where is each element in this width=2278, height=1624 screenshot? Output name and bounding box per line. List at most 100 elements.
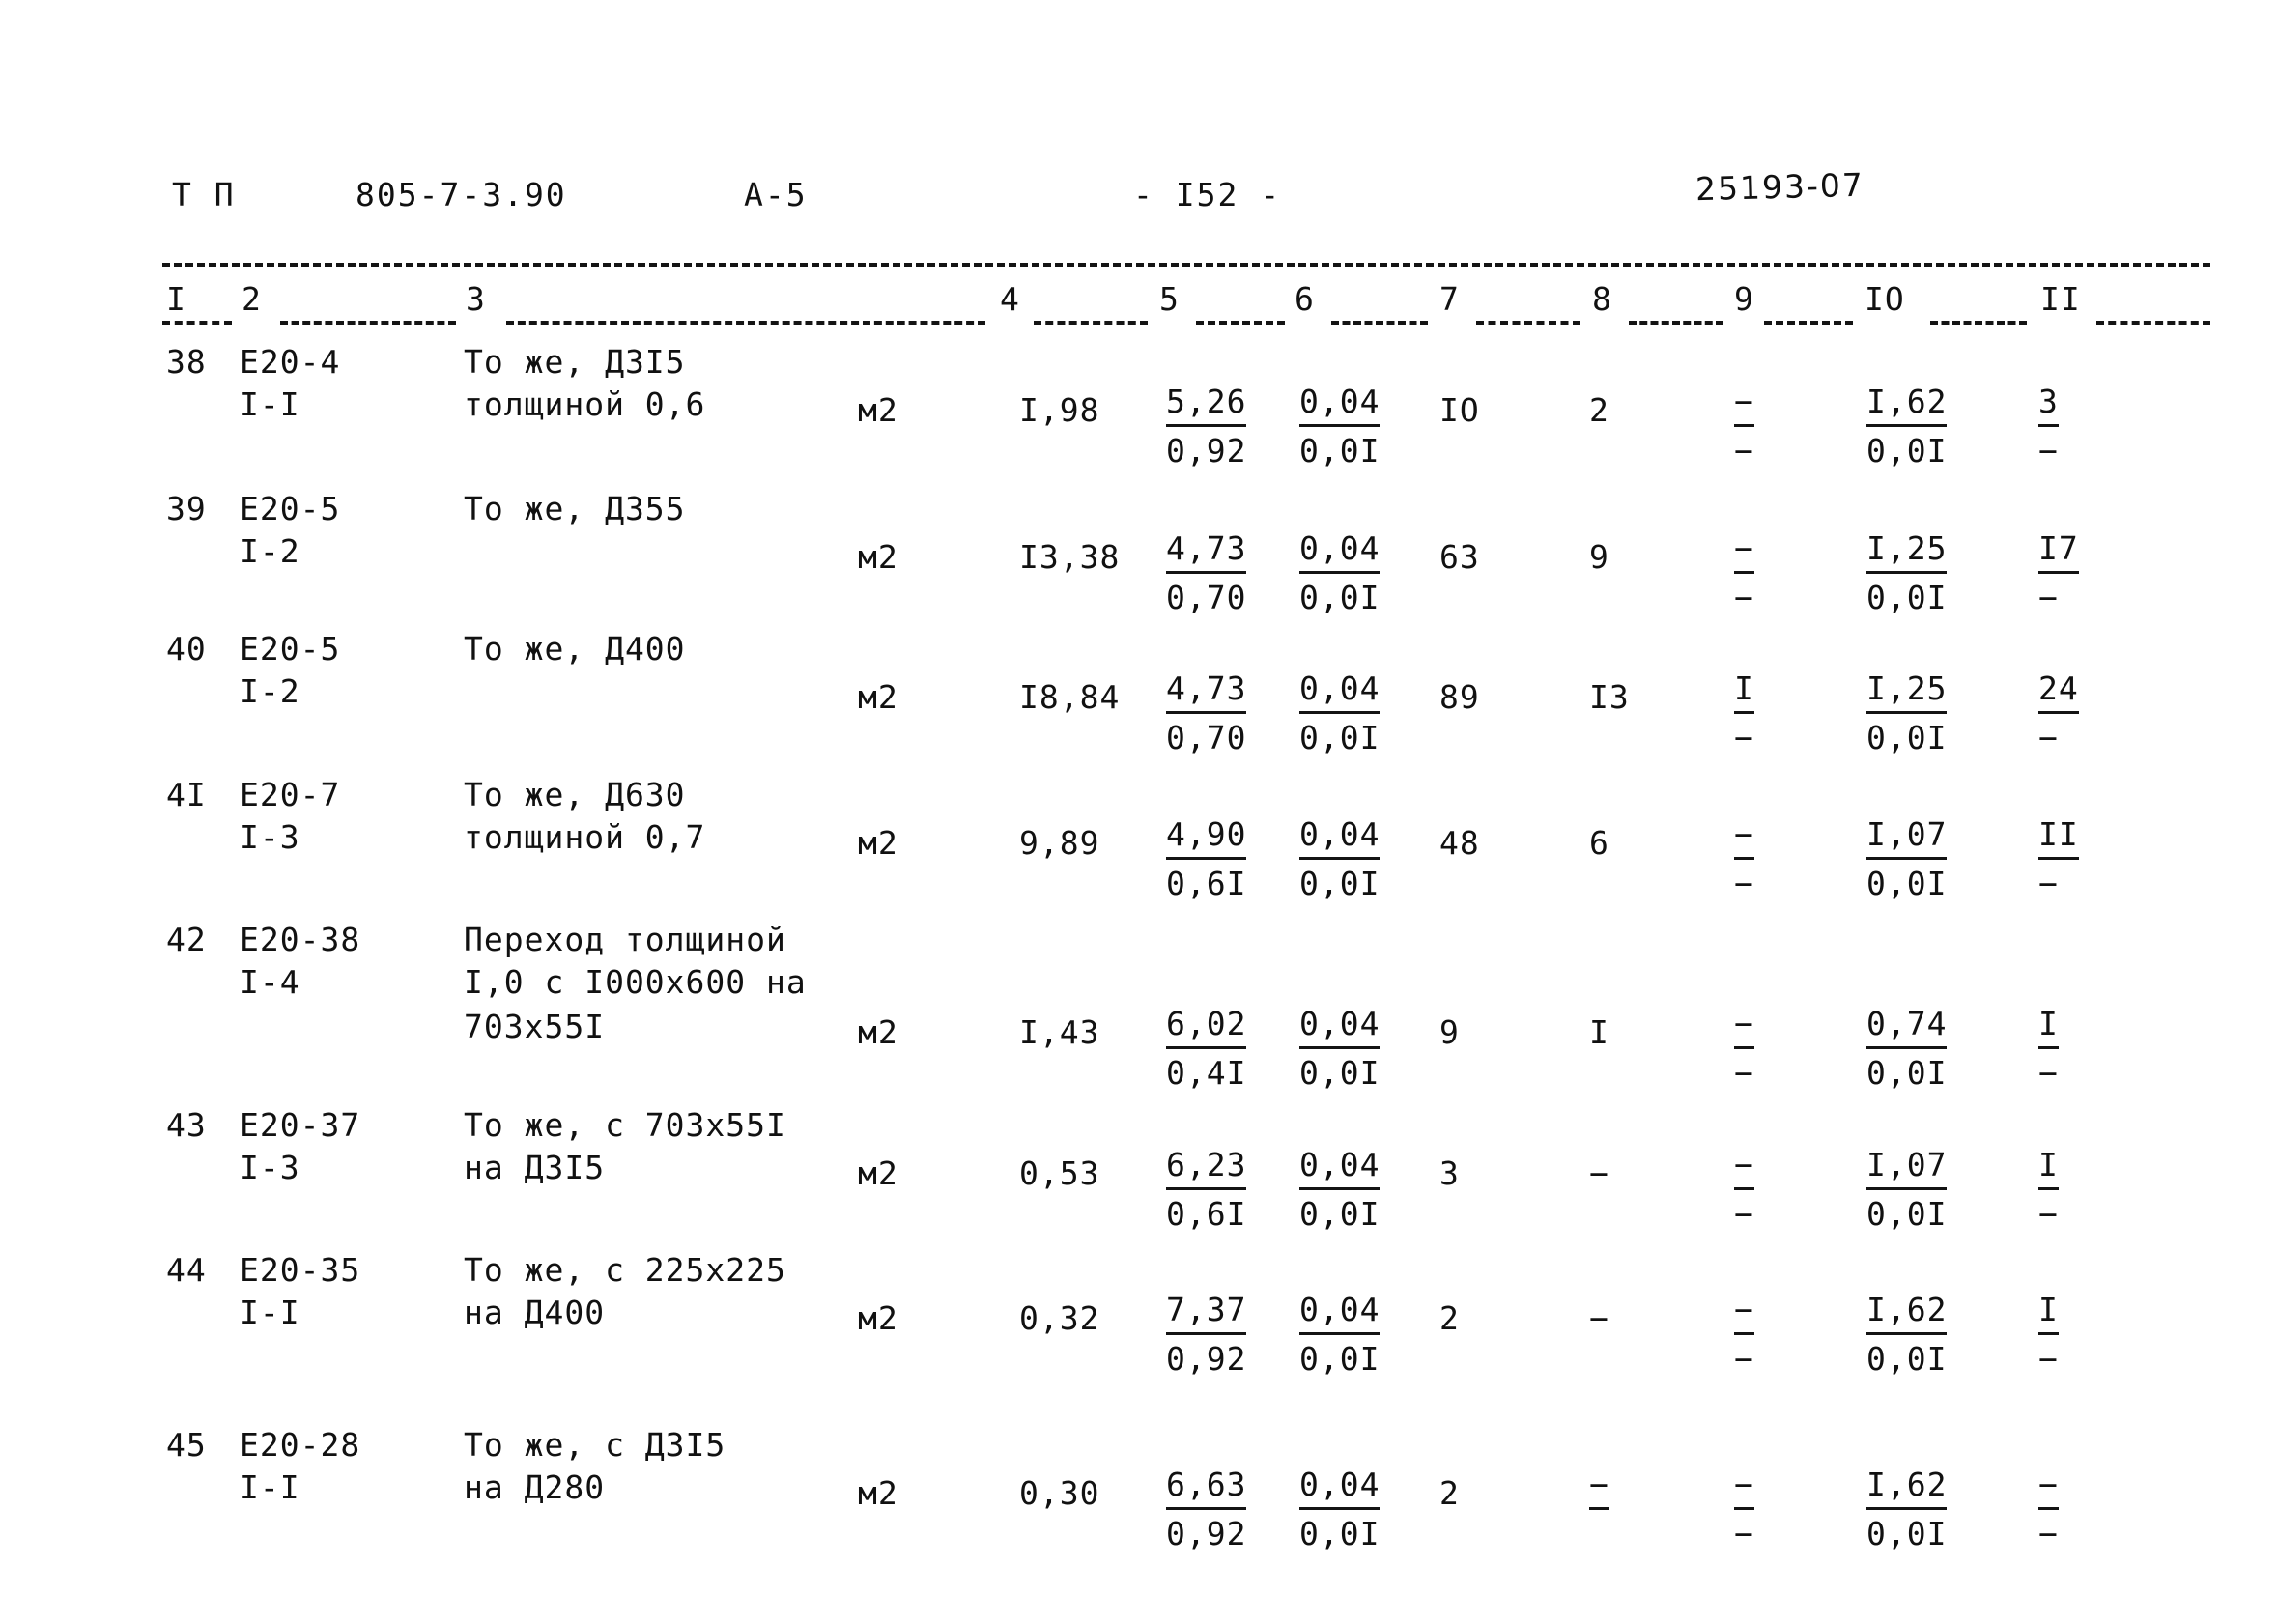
document-code: 805-7-3.90 [356, 176, 567, 214]
row-col8: 2 [1589, 391, 1609, 429]
column-header-6: 6 [1295, 280, 1315, 318]
row-col10: I,25 0,0I [1866, 670, 1948, 757]
column-header-5: 5 [1159, 280, 1180, 318]
row-col10-bot: 0,0I [1866, 1054, 1948, 1092]
row-col10: 0,74 0,0I [1866, 1005, 1948, 1093]
row-col9: − − [1734, 1466, 1754, 1553]
row-col9: − − [1734, 529, 1754, 617]
row-col9-bot: − [1734, 432, 1754, 470]
row-col6: 0,04 0,0I [1299, 670, 1381, 757]
row-col5: 4,73 0,70 [1166, 529, 1247, 617]
row-col4: I,98 [1019, 391, 1100, 429]
row-col9: − − [1734, 1291, 1754, 1379]
row-col6-bot: 0,0I [1299, 432, 1381, 470]
row-col10-bot: 0,0I [1866, 432, 1948, 470]
row-col5: 4,90 0,6I [1166, 815, 1247, 903]
row-col4: 0,32 [1019, 1299, 1100, 1337]
row-col11: I − [2038, 1146, 2059, 1234]
row-col6-top: 0,04 [1299, 815, 1381, 860]
row-desc-1: То же, Д355 [464, 490, 686, 527]
column-header-7: 7 [1439, 280, 1460, 318]
row-desc-1: То же, с 703х55I [464, 1106, 786, 1144]
row-col6-top: 0,04 [1299, 1291, 1381, 1335]
row-col4: 0,53 [1019, 1154, 1100, 1192]
column-header-10: IO [1865, 280, 1905, 318]
column-header-row: I 2 3 4 5 6 7 8 9 IO II [0, 280, 2278, 327]
row-desc-1: То же, с 225х225 [464, 1251, 786, 1289]
row-col11-bot: − [2038, 1340, 2059, 1378]
rule-segment [1034, 321, 1148, 325]
row-col11-bot: − [2038, 1195, 2059, 1233]
row-col8: − [1589, 1299, 1609, 1337]
rule-segment [162, 321, 232, 325]
row-index: 44 [166, 1251, 207, 1289]
row-col6-top: 0,04 [1299, 670, 1381, 714]
row-col7: 48 [1439, 824, 1480, 862]
row-col10-top: I,07 [1866, 815, 1948, 860]
row-unit: м2 [858, 1299, 898, 1337]
row-col6-top: 0,04 [1299, 1146, 1381, 1190]
row-col6-bot: 0,0I [1299, 1195, 1381, 1233]
row-code-2: I-I [240, 1468, 300, 1506]
row-col11-top: 24 [2038, 670, 2079, 714]
scanned-page: Т П 805-7-3.90 А-5 - I52 - 25193-07 I 2 … [0, 0, 2278, 1624]
row-col6-bot: 0,0I [1299, 719, 1381, 756]
row-col11: 3− [2038, 383, 2059, 470]
row-col4: 9,89 [1019, 824, 1100, 862]
row-col9-bot: − [1734, 1195, 1754, 1233]
row-col10-top: I,25 [1866, 670, 1948, 714]
row-col5-bot: 0,92 [1166, 432, 1247, 470]
row-unit: м2 [858, 824, 898, 862]
row-code-2: I-I [240, 1294, 300, 1331]
row-col9-top: − [1734, 815, 1754, 860]
column-header-2: 2 [242, 280, 262, 318]
row-col6-bot: 0,0I [1299, 1054, 1381, 1092]
rule-segment [1196, 321, 1285, 325]
row-unit: м2 [858, 1013, 898, 1051]
row-col11-top: I7 [2038, 529, 2079, 574]
row-col5-top: 7,37 [1166, 1291, 1247, 1335]
row-col8: 9 [1589, 538, 1609, 576]
row-col6-bot: 0,0I [1299, 1340, 1381, 1378]
row-col9: − − [1734, 1146, 1754, 1234]
row-col4: I,43 [1019, 1013, 1100, 1051]
row-col11-top: I [2038, 1291, 2059, 1335]
row-col6: 0,04 0,0I [1299, 815, 1381, 903]
row-col9-bot: − [1734, 579, 1754, 616]
row-col6: 0,04 0,0I [1299, 383, 1381, 470]
row-col9-bot: − [1734, 1054, 1754, 1092]
row-col7: 2 [1439, 1299, 1460, 1337]
row-index: 43 [166, 1106, 207, 1144]
rule-segment [2096, 321, 2210, 325]
row-col9-top: I [1734, 670, 1754, 714]
rule-segment [1629, 321, 1723, 325]
row-col6-top: 0,04 [1299, 529, 1381, 574]
row-col11: − − [2038, 1466, 2059, 1553]
row-col10: I,62 0,0I [1866, 383, 1948, 470]
row-code-1: Е20-35 [240, 1251, 361, 1289]
row-col5-bot: 0,92 [1166, 1515, 1247, 1553]
row-col10-top: I,62 [1866, 1466, 1948, 1510]
row-col10: I,07 0,0I [1866, 1146, 1948, 1234]
row-col9-bot: − [1734, 719, 1754, 756]
column-header-4: 4 [1000, 280, 1020, 318]
row-col8-bot [1589, 1510, 1609, 1515]
row-col4: I8,84 [1019, 678, 1121, 716]
row-col10-bot: 0,0I [1866, 1340, 1948, 1378]
row-unit: м2 [858, 1154, 898, 1192]
row-col10: I,25 0,0I [1866, 529, 1948, 617]
row-col8: − [1589, 1466, 1609, 1515]
row-col6-top: 0,04 [1299, 1466, 1381, 1510]
row-col11: I7 − [2038, 529, 2079, 617]
row-col8: I3 [1589, 678, 1630, 716]
row-desc-2: толщиной 0,6 [464, 385, 706, 423]
row-code-2: I-2 [240, 672, 300, 710]
row-col9-bot: − [1734, 865, 1754, 902]
row-col11-top: I [2038, 1005, 2059, 1049]
column-header-8: 8 [1592, 280, 1612, 318]
document-type-label: Т П [172, 176, 236, 214]
row-col7: 2 [1439, 1474, 1460, 1512]
row-col5-bot: 0,6I [1166, 1195, 1247, 1233]
row-col10-top: I,62 [1866, 1291, 1948, 1335]
row-col10-top: I,25 [1866, 529, 1948, 574]
